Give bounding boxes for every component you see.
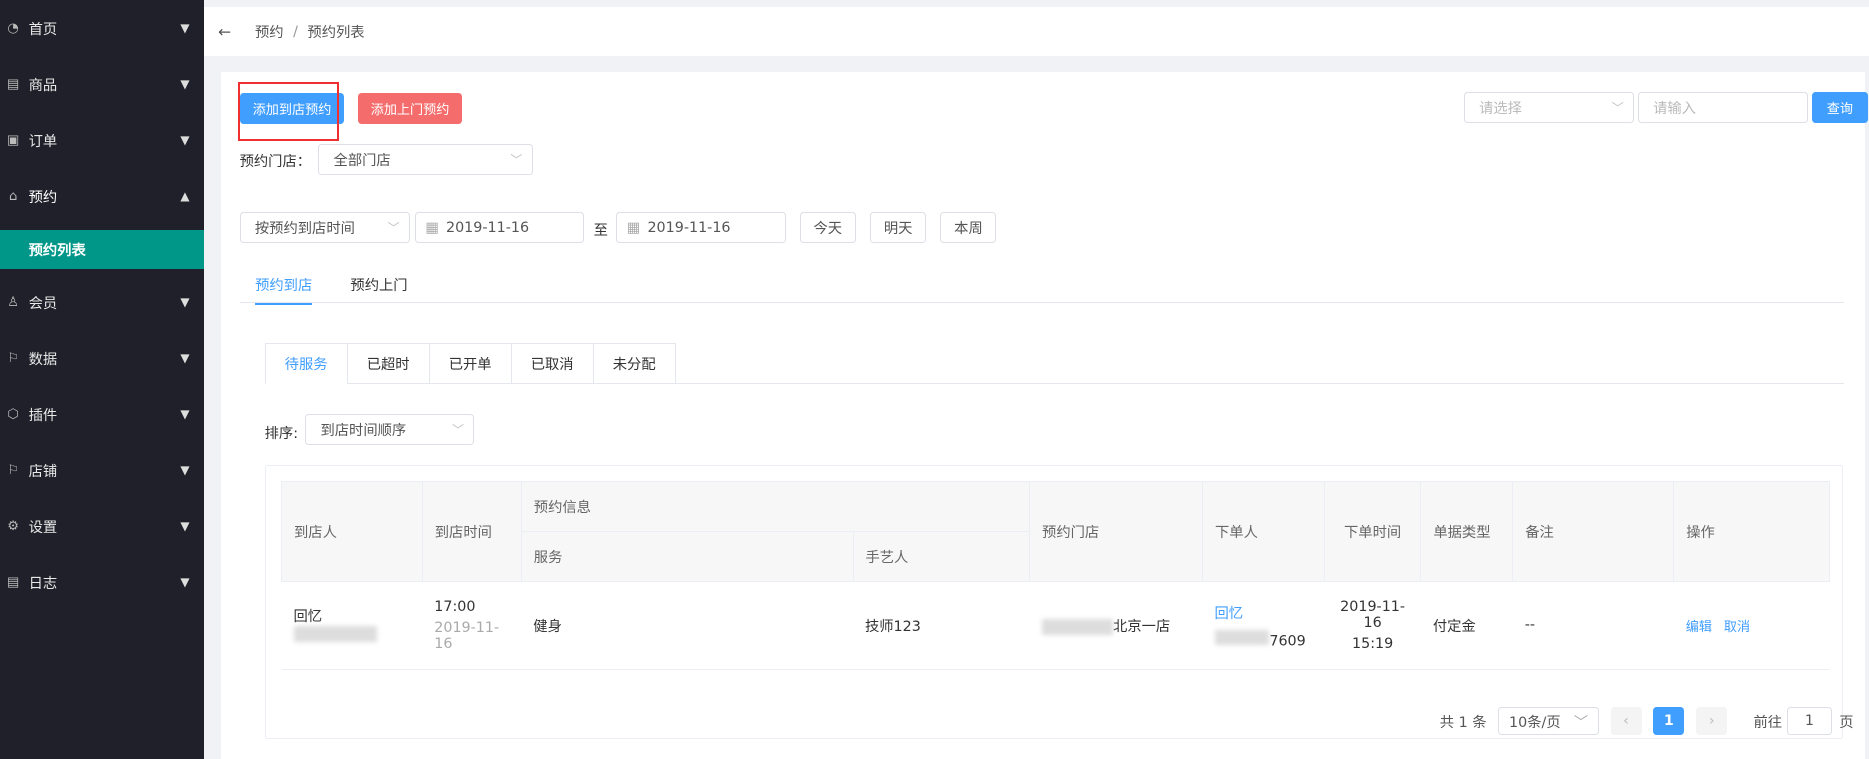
cube-icon: ⬡ bbox=[7, 406, 19, 422]
flag-icon: ⚐ bbox=[7, 462, 19, 478]
user-icon: ♙ bbox=[7, 294, 19, 310]
caret-down-icon: ▼ bbox=[180, 295, 190, 310]
calendar-icon: ▦ bbox=[425, 219, 439, 236]
sidebar-subitem-booking-list[interactable]: 预约列表 bbox=[0, 230, 204, 270]
caret-down-icon: ▼ bbox=[180, 463, 190, 478]
chevron-down-icon: ﹀ bbox=[1573, 714, 1589, 731]
back-arrow-icon[interactable]: ← bbox=[218, 23, 231, 41]
time-type-select[interactable]: 按预约到店时间 ﹀ bbox=[239, 212, 411, 244]
tab-opened[interactable]: 已开单 bbox=[428, 343, 511, 384]
sidebar-item-settings[interactable]: ⚙ 设置 ▼ bbox=[0, 498, 204, 554]
breadcrumb-item[interactable]: 预约 bbox=[255, 21, 284, 42]
redacted-store bbox=[1041, 619, 1114, 635]
calendar-icon: ▦ bbox=[626, 219, 641, 236]
cancel-link[interactable]: 取消 bbox=[1724, 620, 1750, 635]
sidebar-item-plugins[interactable]: ⬡ 插件 ▼ bbox=[0, 386, 204, 442]
table-row: 回忆 17:00 2019-11-16 健身 技师123 北京一店 回忆 7609 … bbox=[281, 581, 1829, 670]
breadcrumb: ← 预约 / 预约列表 bbox=[203, 7, 1869, 56]
pagination: 共 1 条 10条/页 ﹀ ‹ 1 › 前往 1 页 bbox=[1440, 706, 1854, 736]
sort-select[interactable]: 到店时间顺序 ﹀ bbox=[305, 413, 475, 445]
sidebar-item-orders[interactable]: ▣ 订单 ▼ bbox=[0, 112, 204, 168]
document-icon: ▤ bbox=[6, 76, 20, 92]
sidebar-item-shop[interactable]: ⚐ 店铺 ▼ bbox=[0, 442, 204, 498]
sidebar: ◔ 首页 ▼ ▤ 商品 ▼ ▣ 订单 ▼ ⌂ 预约 ▲ 预约列表 ♙ 会员 ▼ ⚐ 数据 ▼ ⬡ 插件 ▼ … bbox=[0, 0, 204, 759]
date-to-input[interactable]: ▦ 2019-11-16 bbox=[616, 212, 786, 244]
caret-down-icon: ▼ bbox=[180, 21, 190, 35]
sidebar-item-data[interactable]: ⚐ 数据 ▼ bbox=[0, 330, 204, 386]
chevron-down-icon: ﹀ bbox=[510, 153, 523, 168]
caret-down-icon: ▼ bbox=[180, 351, 190, 366]
caret-down-icon: ▼ bbox=[180, 133, 190, 148]
booking-table: 到店人 到店时间 预约信息 预约门店 下单人 下单时间 单据类型 备注 操作 服… bbox=[281, 481, 1830, 670]
store-label: 预约门店： bbox=[239, 154, 312, 171]
sidebar-item-booking[interactable]: ⌂ 预约 ▲ bbox=[0, 168, 204, 224]
query-button[interactable]: 查询 bbox=[1811, 91, 1868, 123]
caret-up-icon: ▲ bbox=[180, 189, 190, 204]
document-icon: ▤ bbox=[6, 574, 20, 590]
prev-page-button[interactable]: ‹ bbox=[1610, 706, 1642, 736]
caret-down-icon: ▼ bbox=[180, 77, 190, 92]
breadcrumb-current: 预约列表 bbox=[307, 25, 365, 42]
sidebar-item-logs[interactable]: ▤ 日志 ▼ bbox=[0, 554, 204, 610]
chevron-down-icon: ﹀ bbox=[1611, 100, 1624, 115]
store-select[interactable]: 全部门店 ﹀ bbox=[318, 144, 533, 176]
page-1-button[interactable]: 1 bbox=[1653, 706, 1685, 736]
orderer-link[interactable]: 回忆 bbox=[1215, 602, 1313, 623]
page-size-select[interactable]: 10条/页 ﹀ bbox=[1498, 706, 1599, 736]
add-home-booking-button[interactable]: 添加上门预约 bbox=[357, 92, 463, 124]
chevron-down-icon: ﹀ bbox=[451, 422, 464, 437]
chevron-down-icon: ﹀ bbox=[387, 221, 400, 236]
today-button[interactable]: 今天 bbox=[799, 212, 856, 244]
caret-down-icon: ▼ bbox=[180, 407, 190, 422]
tab-home-booking[interactable]: 预约上门 bbox=[350, 274, 407, 295]
tab-cancelled[interactable]: 已取消 bbox=[510, 343, 593, 384]
sidebar-item-members[interactable]: ♙ 会员 ▼ bbox=[0, 274, 204, 330]
booking-type-tabs: 预约到店 预约上门 bbox=[239, 272, 1845, 306]
filter-select[interactable]: 请选择 ﹀ bbox=[1463, 91, 1635, 123]
tab-store-booking[interactable]: 预约到店 bbox=[255, 274, 313, 306]
tomorrow-button[interactable]: 明天 bbox=[870, 212, 927, 244]
range-separator: 至 bbox=[593, 223, 608, 240]
tab-overdue[interactable]: 已超时 bbox=[346, 343, 429, 384]
caret-down-icon: ▼ bbox=[180, 575, 190, 590]
main-card: 添加到店预约 添加上门预约 请选择 ﹀ 请输入 查询 预约门店： 全部门店 ﹀ 按预… bbox=[220, 71, 1868, 759]
sort-label: 排序: bbox=[264, 425, 299, 442]
next-page-button[interactable]: › bbox=[1696, 706, 1728, 736]
booking-table-container: 到店人 到店时间 预约信息 预约门店 下单人 下单时间 单据类型 备注 操作 服… bbox=[264, 464, 1843, 740]
tab-unassigned[interactable]: 未分配 bbox=[592, 343, 676, 384]
sidebar-item-home[interactable]: ◔ 首页 ▼ bbox=[0, 0, 204, 56]
gear-icon: ⚙ bbox=[7, 518, 19, 534]
status-tabs: 待服务 已超时 已开单 已取消 未分配 bbox=[264, 343, 1845, 384]
sidebar-item-goods[interactable]: ▤ 商品 ▼ bbox=[0, 56, 204, 112]
this-week-button[interactable]: 本周 bbox=[940, 212, 997, 244]
date-from-input[interactable]: ▦ 2019-11-16 bbox=[414, 212, 585, 244]
highlight-box bbox=[238, 82, 339, 141]
goto-page-input[interactable]: 1 bbox=[1786, 706, 1833, 736]
flag-icon: ⚐ bbox=[7, 350, 19, 366]
tab-pending[interactable]: 待服务 bbox=[264, 343, 347, 384]
redacted-phone bbox=[293, 626, 377, 642]
search-input[interactable]: 请输入 bbox=[1637, 91, 1809, 123]
edit-link[interactable]: 编辑 bbox=[1686, 620, 1712, 635]
caret-down-icon: ▼ bbox=[180, 519, 190, 534]
dashboard-icon: ◔ bbox=[7, 20, 19, 36]
clipboard-icon: ▣ bbox=[6, 132, 20, 148]
home-icon: ⌂ bbox=[8, 188, 18, 204]
